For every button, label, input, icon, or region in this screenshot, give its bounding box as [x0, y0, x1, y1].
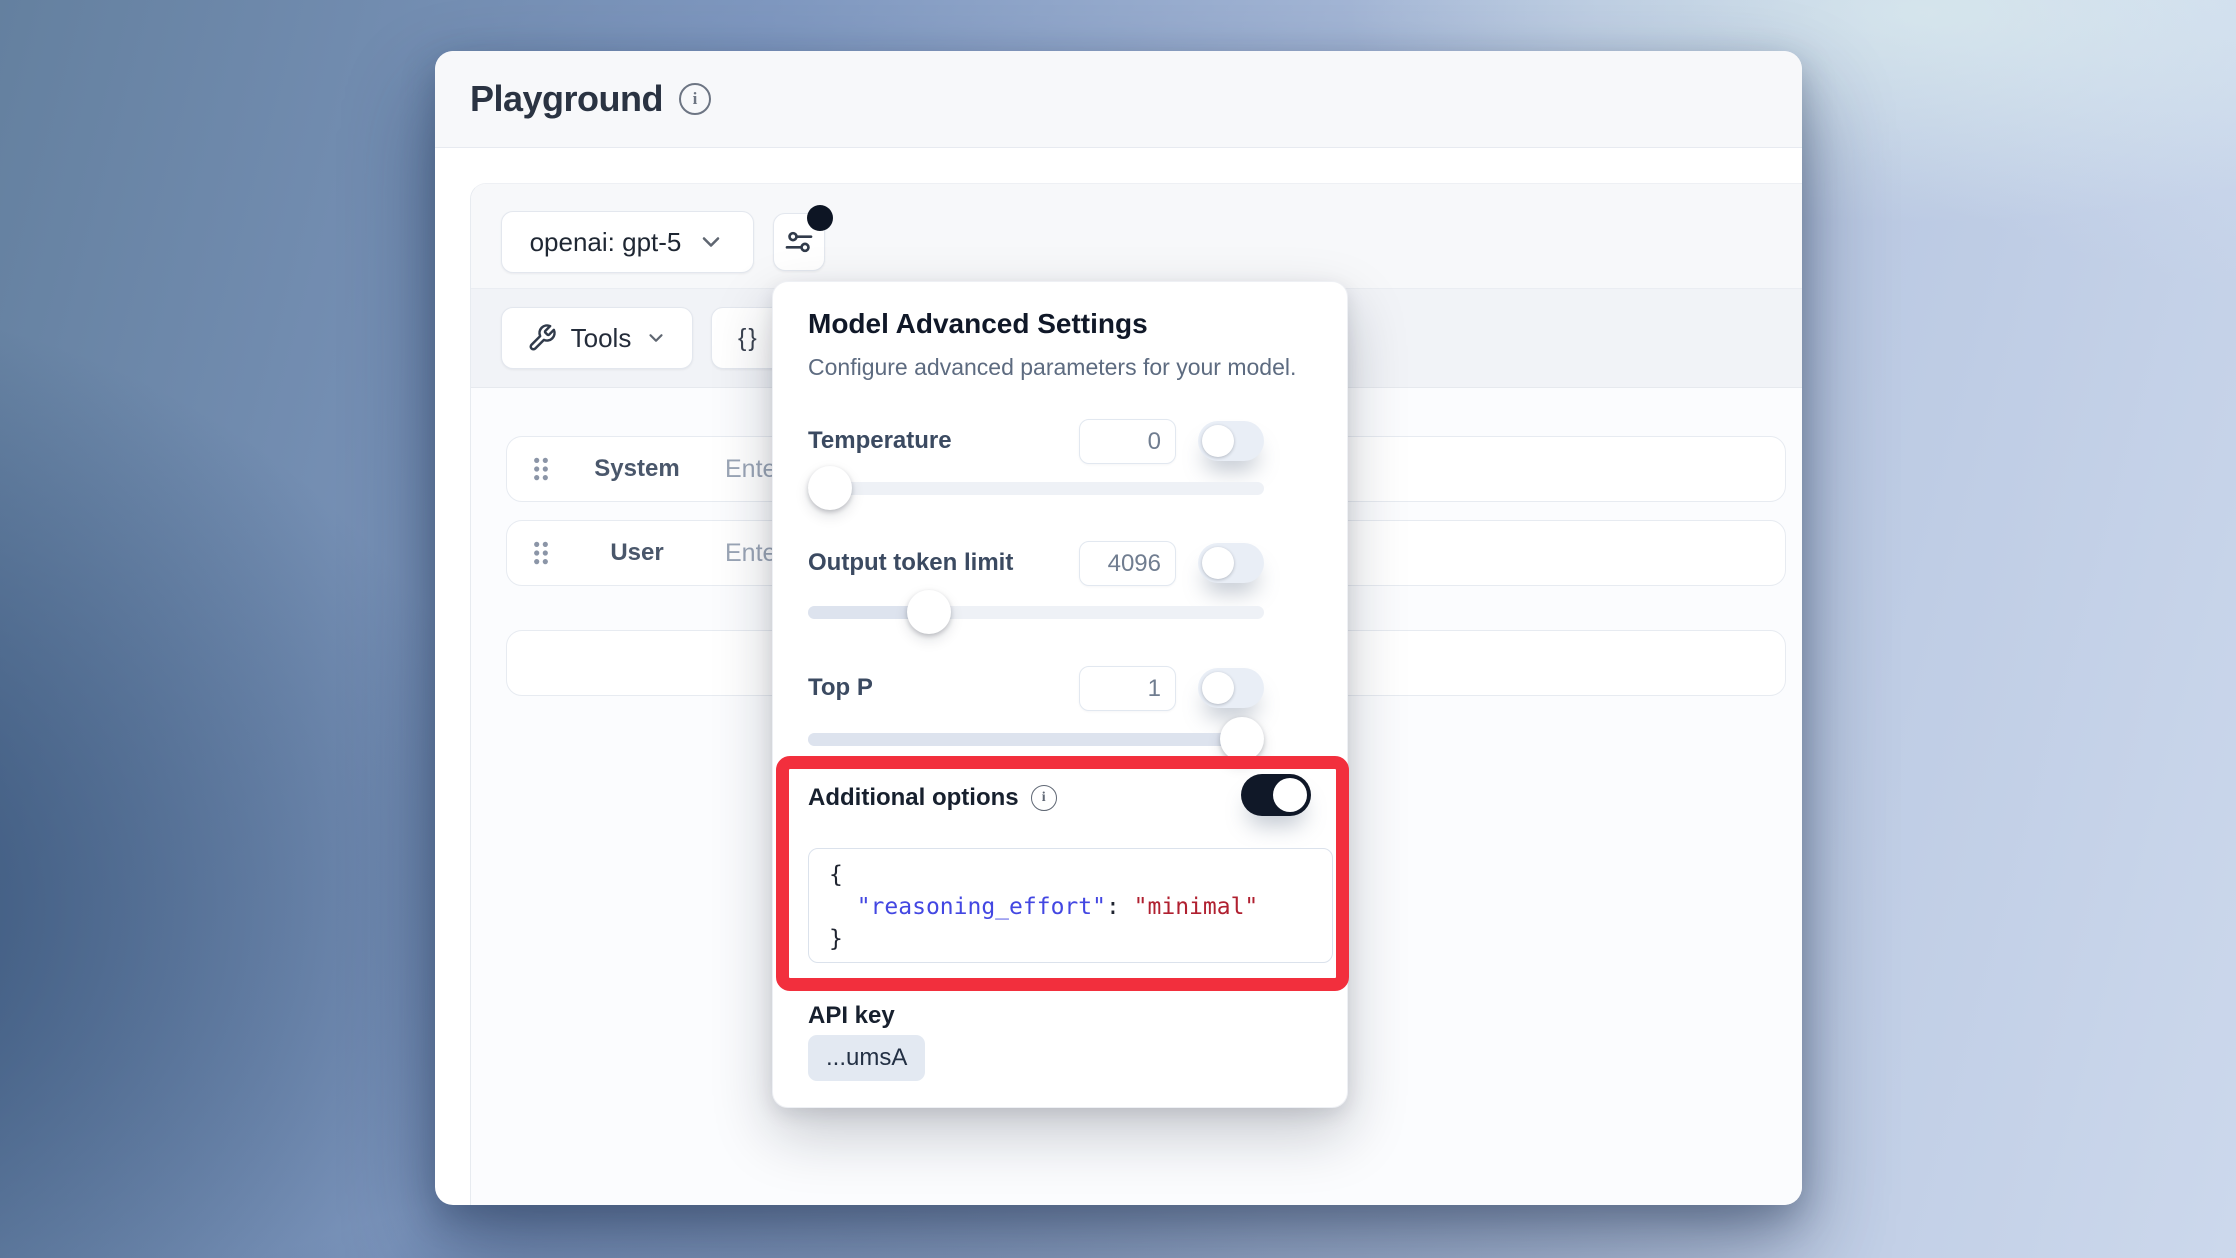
toggle-knob: [1202, 425, 1234, 457]
model-advanced-settings-popover: Model Advanced Settings Configure advanc…: [772, 281, 1348, 1108]
top-p-input[interactable]: 1: [1079, 666, 1176, 711]
temperature-row: Temperature 0: [808, 419, 1314, 464]
top-p-slider[interactable]: [808, 717, 1264, 761]
temperature-input[interactable]: 0: [1079, 419, 1176, 464]
toggle-knob: [1202, 547, 1234, 579]
toggle-knob: [1273, 778, 1307, 812]
output-token-limit-input[interactable]: 4096: [1079, 541, 1176, 586]
additional-options-info-icon[interactable]: [1031, 785, 1057, 811]
model-settings-button[interactable]: [773, 213, 825, 271]
output-token-limit-label: Output token limit: [808, 549, 1013, 577]
tools-dropdown[interactable]: Tools: [501, 307, 693, 369]
json-value: "minimal": [1134, 894, 1259, 920]
json-close-brace: }: [829, 926, 843, 952]
temperature-label: Temperature: [808, 427, 952, 455]
slider-track[interactable]: [808, 482, 1264, 495]
tools-label: Tools: [571, 323, 632, 354]
top-p-label: Top P: [808, 674, 873, 702]
chevron-down-icon: [645, 327, 667, 349]
slider-thumb[interactable]: [907, 590, 951, 634]
toggle-knob: [1202, 672, 1234, 704]
output-token-limit-slider[interactable]: [808, 590, 1264, 634]
output-token-limit-row: Output token limit 4096: [808, 541, 1314, 586]
popover-subtitle: Configure advanced parameters for your m…: [808, 354, 1296, 381]
drag-handle-icon[interactable]: [531, 455, 551, 483]
additional-options-row: Additional options: [808, 784, 1057, 812]
braces-label: {}: [738, 324, 759, 353]
message-role: User: [577, 539, 697, 567]
model-toolbar: openai: gpt-5: [471, 184, 1802, 289]
drag-handle-icon[interactable]: [531, 539, 551, 567]
json-separator: :: [1106, 894, 1134, 920]
additional-options-toggle[interactable]: [1241, 774, 1311, 816]
api-key-masked-value[interactable]: ...umsA: [808, 1035, 925, 1081]
page-title: Playground: [470, 78, 663, 120]
sliders-icon: [783, 226, 815, 258]
window-header: Playground: [435, 51, 1802, 148]
temperature-toggle[interactable]: [1198, 421, 1264, 461]
json-indent: [829, 894, 857, 920]
json-key: "reasoning_effort": [857, 894, 1106, 920]
top-p-toggle[interactable]: [1198, 668, 1264, 708]
slider-thumb[interactable]: [1220, 717, 1264, 761]
slider-thumb[interactable]: [808, 466, 852, 510]
additional-options-label: Additional options: [808, 784, 1019, 812]
temperature-slider[interactable]: [808, 466, 1264, 510]
top-p-row: Top P 1: [808, 666, 1314, 711]
model-selector-label: openai: gpt-5: [530, 227, 682, 258]
page-info-icon[interactable]: [679, 83, 711, 115]
additional-options-json-editor[interactable]: { "reasoning_effort": "minimal" }: [808, 848, 1333, 963]
model-selector[interactable]: openai: gpt-5: [501, 211, 754, 273]
desktop: Playground openai: gpt-5: [0, 0, 2236, 1258]
message-role: System: [577, 455, 697, 483]
wrench-icon: [527, 323, 557, 353]
json-open-brace: {: [829, 862, 843, 888]
slider-fill: [808, 733, 1242, 746]
output-token-limit-toggle[interactable]: [1198, 543, 1264, 583]
chevron-down-icon: [697, 228, 725, 256]
settings-active-badge: [807, 205, 833, 231]
api-key-label: API key: [808, 1002, 895, 1030]
popover-title: Model Advanced Settings: [808, 308, 1148, 340]
